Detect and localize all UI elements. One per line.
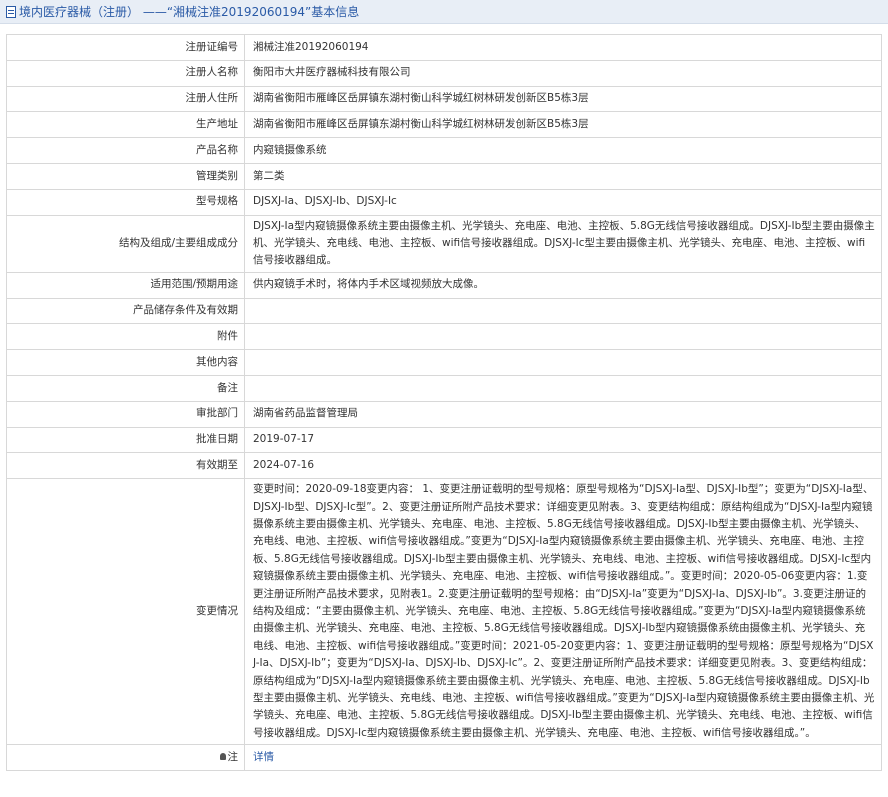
row-label: 型号规格 bbox=[6, 188, 245, 216]
row-label: 批准日期 bbox=[6, 426, 245, 454]
note-label: 注 bbox=[227, 750, 239, 763]
row-value: 第二类 bbox=[244, 162, 882, 190]
row-value bbox=[244, 349, 882, 376]
document-icon bbox=[6, 5, 16, 18]
row-label: 适用范围/预期用途 bbox=[6, 271, 245, 299]
table-row: 有效期至 2024-07-16 bbox=[6, 452, 882, 480]
info-table: 注册证编号 湘械注准20192060194 注册人名称 衡阳市大井医疗器械科技有… bbox=[6, 34, 882, 772]
note-label-cell: 注 bbox=[6, 744, 245, 772]
row-value: 变更时间：2020-09-18变更内容： 1、变更注册证载明的型号规格：原型号规… bbox=[244, 478, 882, 746]
row-label: 附件 bbox=[6, 323, 245, 351]
table-row: 生产地址 湖南省衡阳市雁峰区岳屏镇东湖村衡山科学城红树林研发创新区B5栋3层 bbox=[6, 111, 882, 139]
note-row: 注 详情 bbox=[6, 744, 882, 772]
row-value: DJSXJ-Ia型内窥镜摄像系统主要由摄像主机、光学镜头、充电座、电池、主控板、… bbox=[244, 214, 882, 273]
row-label: 结构及组成/主要组成成分 bbox=[6, 214, 245, 273]
row-label: 产品名称 bbox=[6, 137, 245, 164]
table-row: 管理类别 第二类 bbox=[6, 162, 882, 190]
table-row: 产品名称 内窥镜摄像系统 bbox=[6, 137, 882, 164]
table-row: 其他内容 bbox=[6, 349, 882, 376]
row-label: 生产地址 bbox=[6, 111, 245, 139]
note-value-cell: 详情 bbox=[244, 744, 882, 772]
page-header: 境内医疗器械（注册） ——“湘械注准20192060194”基本信息 bbox=[0, 0, 888, 24]
table-row: 型号规格 DJSXJ-Ia、DJSXJ-Ib、DJSXJ-Ic bbox=[6, 188, 882, 216]
row-label: 备注 bbox=[6, 374, 245, 402]
row-value: 湖南省药品监督管理局 bbox=[244, 400, 882, 428]
table-row: 结构及组成/主要组成成分 DJSXJ-Ia型内窥镜摄像系统主要由摄像主机、光学镜… bbox=[6, 214, 882, 273]
row-value: 湖南省衡阳市雁峰区岳屏镇东湖村衡山科学城红树林研发创新区B5栋3层 bbox=[244, 111, 882, 139]
row-label: 审批部门 bbox=[6, 400, 245, 428]
row-label: 产品储存条件及有效期 bbox=[6, 297, 245, 325]
row-value: 湘械注准20192060194 bbox=[244, 34, 882, 61]
row-value: 供内窥镜手术时，将体内手术区域视频放大成像。 bbox=[244, 271, 882, 299]
bulb-icon bbox=[219, 752, 226, 760]
row-value: 衡阳市大井医疗器械科技有限公司 bbox=[244, 59, 882, 87]
row-value bbox=[244, 374, 882, 402]
row-value: 内窥镜摄像系统 bbox=[244, 137, 882, 164]
table-row: 注册人名称 衡阳市大井医疗器械科技有限公司 bbox=[6, 59, 882, 87]
row-value: 湖南省衡阳市雁峰区岳屏镇东湖村衡山科学城红树林研发创新区B5栋3层 bbox=[244, 85, 882, 113]
table-row: 备注 bbox=[6, 374, 882, 402]
row-label: 其他内容 bbox=[6, 349, 245, 376]
table-row: 审批部门 湖南省药品监督管理局 bbox=[6, 400, 882, 428]
table-row: 附件 bbox=[6, 323, 882, 351]
row-label: 变更情况 bbox=[6, 478, 245, 746]
row-label: 注册人住所 bbox=[6, 85, 245, 113]
row-value: 2019-07-17 bbox=[244, 426, 882, 454]
table-row: 产品储存条件及有效期 bbox=[6, 297, 882, 325]
table-row: 变更情况 变更时间：2020-09-18变更内容： 1、变更注册证载明的型号规格… bbox=[6, 478, 882, 746]
table-row: 适用范围/预期用途 供内窥镜手术时，将体内手术区域视频放大成像。 bbox=[6, 271, 882, 299]
row-label: 管理类别 bbox=[6, 162, 245, 190]
row-value: 2024-07-16 bbox=[244, 452, 882, 480]
detail-link[interactable]: 详情 bbox=[253, 751, 274, 763]
row-label: 有效期至 bbox=[6, 452, 245, 480]
table-row: 注册人住所 湖南省衡阳市雁峰区岳屏镇东湖村衡山科学城红树林研发创新区B5栋3层 bbox=[6, 85, 882, 113]
row-value bbox=[244, 323, 882, 351]
row-label: 注册证编号 bbox=[6, 34, 245, 61]
row-label: 注册人名称 bbox=[6, 59, 245, 87]
row-value bbox=[244, 297, 882, 325]
row-value: DJSXJ-Ia、DJSXJ-Ib、DJSXJ-Ic bbox=[244, 188, 882, 216]
table-row: 批准日期 2019-07-17 bbox=[6, 426, 882, 454]
table-row: 注册证编号 湘械注准20192060194 bbox=[6, 34, 882, 61]
page-title: 境内医疗器械（注册） ——“湘械注准20192060194”基本信息 bbox=[19, 5, 360, 19]
